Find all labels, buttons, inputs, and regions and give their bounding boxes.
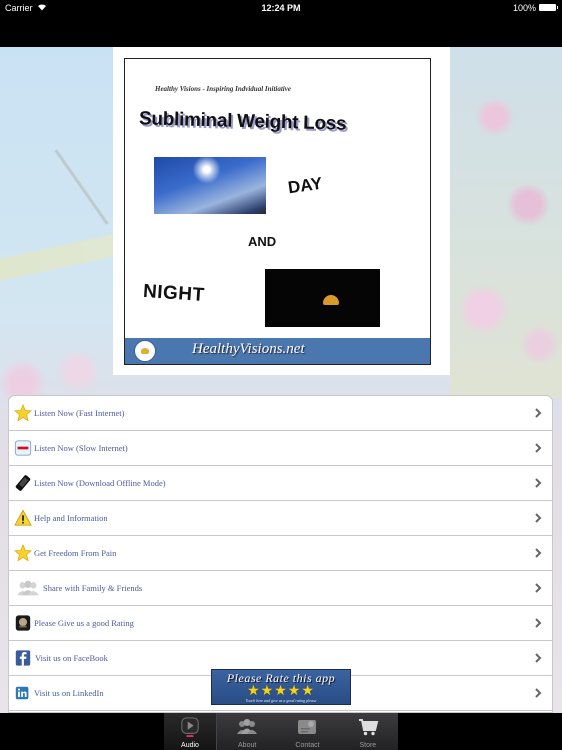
day-sky-image (154, 157, 266, 214)
rate-app-banner[interactable]: Please Rate this app ★★★★★ Touch here an… (211, 669, 351, 705)
menu-item-listen-fast[interactable]: Listen Now (Fast Internet) (9, 396, 552, 431)
chevron-right-icon (535, 408, 542, 418)
chevron-right-icon (535, 443, 542, 453)
people-icon (17, 580, 39, 596)
status-bar: Carrier 12:24 PM 100% (0, 0, 562, 16)
branch-decoration (0, 231, 131, 285)
play-icon (181, 717, 199, 737)
menu-item-label: Visit us on LinkedIn (34, 688, 104, 698)
chevron-right-icon (535, 513, 542, 523)
menu-item-freedom-from-pain[interactable]: Get Freedom From Pain (9, 536, 552, 571)
cover-footer: HealthyVisions.net (125, 338, 430, 364)
tab-label: Contact (295, 742, 320, 749)
tab-label: About (238, 742, 257, 749)
menu-item-listen-slow[interactable]: Listen Now (Slow Internet) (9, 431, 552, 466)
navigation-bar (0, 16, 562, 47)
cover-title: Subliminal Weight Loss (138, 108, 347, 135)
menu-item-rating[interactable]: Please Give us a good Rating (9, 606, 552, 641)
cover-tagline: Healthy Visions - Inspiring Indvidual In… (155, 85, 291, 93)
cover-artwork: Healthy Visions - Inspiring Indvidual In… (124, 58, 431, 365)
mobile-device-icon (15, 475, 31, 491)
moon-icon (323, 295, 339, 305)
clock: 12:24 PM (261, 3, 301, 13)
menu-item-label: Listen Now (Slow Internet) (34, 443, 128, 453)
contact-card-icon (298, 720, 317, 734)
cover-night-text: NIGHT (142, 280, 206, 307)
chevron-right-icon (535, 653, 542, 663)
tab-group: Audio About Contact Store (164, 713, 398, 750)
linkedin-icon (15, 686, 29, 700)
menu-item-label: Please Give us a good Rating (34, 618, 134, 628)
cover-day-text: DAY (286, 173, 324, 198)
menu-item-label: Visit us on FaceBook (35, 653, 108, 663)
tab-about[interactable]: About (217, 713, 277, 750)
chevron-right-icon (535, 583, 542, 593)
tab-contact[interactable]: Contact (277, 713, 337, 750)
menu-item-label: Listen Now (Fast Internet) (34, 408, 125, 418)
warning-icon (14, 509, 32, 526)
cover-and-text: AND (248, 234, 277, 249)
chevron-right-icon (535, 618, 542, 628)
star-icon (14, 544, 32, 562)
menu-item-help[interactable]: Help and Information (9, 501, 552, 536)
night-moon-image (265, 269, 380, 327)
tab-bar: Audio About Contact Store (0, 713, 562, 750)
twig-decoration (54, 149, 109, 225)
menu-item-label: Help and Information (34, 513, 108, 523)
rating-stars-icon: ★★★★★ (247, 682, 315, 698)
tab-label: Audio (181, 742, 199, 749)
facebook-icon (15, 650, 31, 666)
cover-site-name: HealthyVisions.net (192, 341, 305, 357)
app-rating-icon (15, 615, 31, 631)
tab-label: Store (359, 742, 377, 749)
healthy-visions-logo (134, 340, 156, 362)
chevron-right-icon (535, 548, 542, 558)
battery-icon (539, 4, 558, 11)
tab-store[interactable]: Store (338, 713, 398, 750)
chevron-right-icon (535, 688, 542, 698)
menu-item-label: Get Freedom From Pain (34, 548, 117, 558)
battery-percent: 100% (512, 3, 536, 13)
menu-item-share[interactable]: Share with Family & Friends (9, 571, 552, 606)
menu-item-label: Listen Now (Download Offline Mode) (34, 478, 166, 488)
blossom-decoration (450, 47, 562, 397)
menu-item-label: Share with Family & Friends (43, 583, 143, 593)
tab-audio[interactable]: Audio (164, 713, 217, 750)
rate-banner-subtitle: Touch here and give us a good rating ple… (245, 698, 317, 703)
menu-item-listen-offline[interactable]: Listen Now (Download Offline Mode) (9, 466, 552, 501)
no-entry-icon (14, 440, 32, 456)
people-icon (237, 719, 258, 734)
chevron-right-icon (535, 478, 542, 488)
menu-list: Listen Now (Fast Internet) Listen Now (S… (8, 395, 553, 713)
album-cover: Healthy Visions - Inspiring Indvidual In… (113, 47, 450, 375)
star-icon (14, 404, 32, 422)
cart-icon (358, 719, 379, 736)
